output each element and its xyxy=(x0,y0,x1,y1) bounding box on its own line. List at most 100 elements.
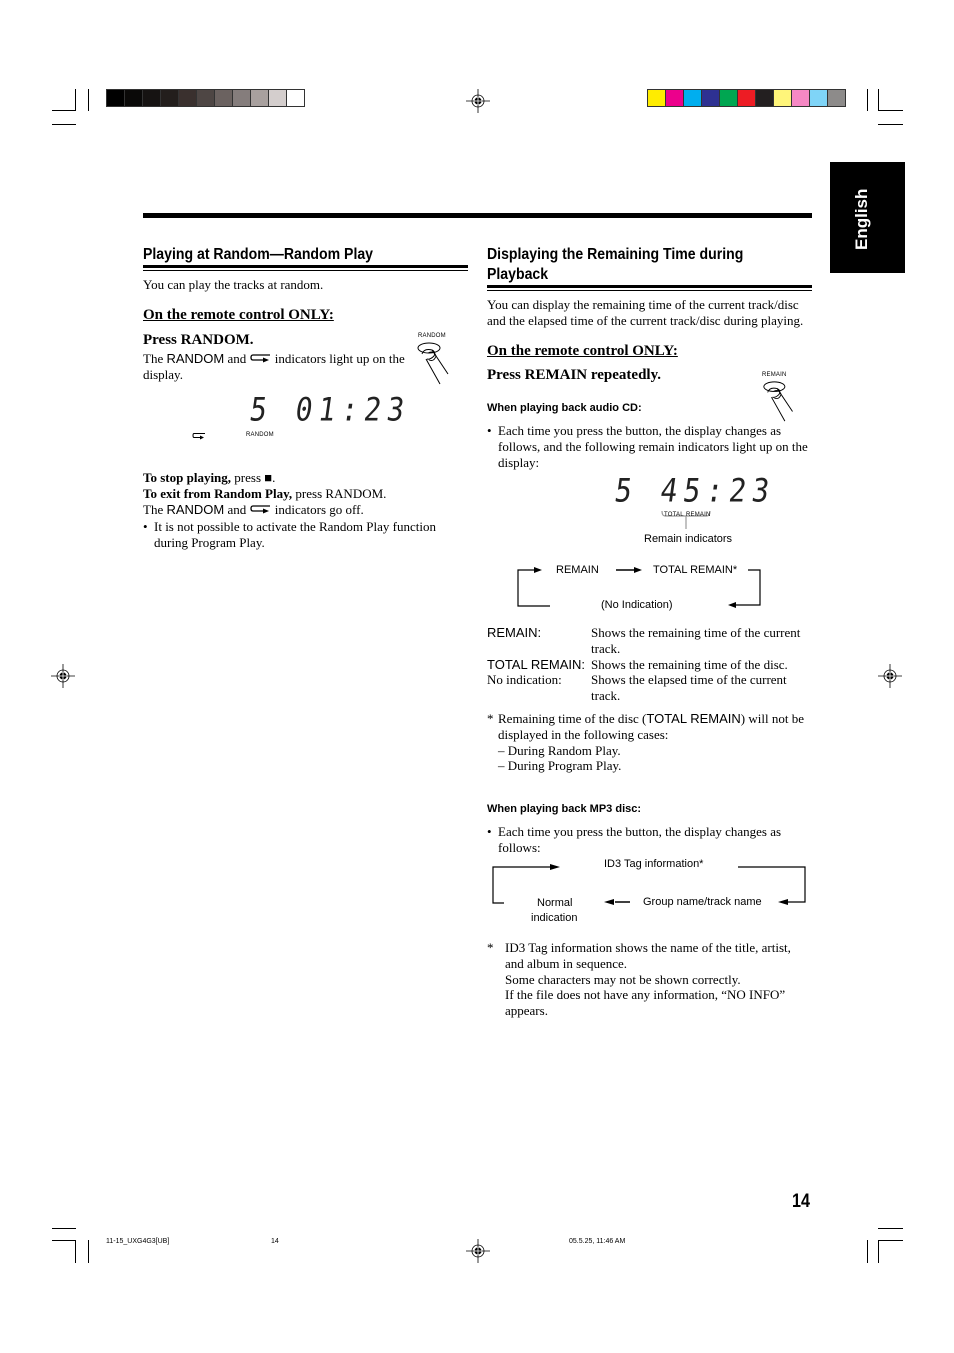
crop-mark xyxy=(867,1240,868,1263)
page-top-rule xyxy=(143,213,812,218)
mp3-heading: When playing back MP3 disc: xyxy=(487,803,642,815)
crop-mark xyxy=(52,1228,76,1229)
registration-mark-icon xyxy=(878,664,902,688)
lcd-display-remain: 5 45:23 xyxy=(612,471,778,510)
intro-text: You can play the tracks at random. xyxy=(143,277,324,292)
section-title-remaining-time: Displaying the Remaining Time during xyxy=(487,246,744,263)
repeat-arrow-icon xyxy=(249,354,270,363)
color-swatch xyxy=(738,90,756,106)
color-swatch xyxy=(774,90,792,106)
asterisk: * xyxy=(487,940,494,955)
color-swatch xyxy=(161,90,179,106)
random-button-label: RANDOM xyxy=(418,333,446,339)
cycle-no-indication: (No Indication) xyxy=(601,599,673,611)
color-swatch xyxy=(828,90,845,106)
crop-mark xyxy=(75,1240,76,1263)
remain-button-label: REMAIN xyxy=(762,372,787,378)
crop-mark xyxy=(867,89,868,111)
crop-mark xyxy=(878,89,879,111)
step-press-random: Press RANDOM. xyxy=(143,332,254,348)
section-rule xyxy=(487,290,812,291)
mp3-cycle-id3-tag: ID3 Tag information* xyxy=(604,858,704,870)
step-press-remain: Press REMAIN repeatedly. xyxy=(487,367,662,383)
grayscale-color-bar xyxy=(106,89,305,107)
registration-mark-icon xyxy=(466,89,490,113)
indicators-off-text: The RANDOM and indicators go off. xyxy=(143,502,364,517)
footer-page: 14 xyxy=(271,1238,279,1245)
program-play-note: • It is not possible to activate the Rand… xyxy=(143,519,436,550)
indicator-definitions: REMAIN: Shows the remaining time of the c… xyxy=(487,625,812,704)
registration-mark-icon xyxy=(51,664,75,688)
id3-footnote: * ID3 Tag information shows the name of … xyxy=(487,940,791,1019)
definition-remain: REMAIN: Shows the remaining time of the c… xyxy=(487,625,801,656)
color-swatch xyxy=(125,90,143,106)
footer-file-name: 11-15_UXG4G3[UB] xyxy=(106,1238,170,1245)
crop-mark xyxy=(88,1240,89,1263)
color-swatch xyxy=(810,90,828,106)
remote-only-heading: On the remote control ONLY: xyxy=(143,307,334,323)
section-title-random-play: Playing at Random—Random Play xyxy=(143,246,374,263)
asterisk: * xyxy=(487,711,494,726)
random-indicator: RANDOM xyxy=(246,432,274,438)
color-swatch xyxy=(756,90,774,106)
color-swatch xyxy=(251,90,269,106)
color-swatch xyxy=(269,90,287,106)
registration-mark-icon xyxy=(466,1239,490,1263)
audio-cd-heading: When playing back audio CD: xyxy=(487,402,642,414)
crop-mark xyxy=(75,89,76,111)
section-rule xyxy=(487,285,812,288)
total-indicator: TOTAL xyxy=(664,512,684,518)
random-indicator-label: RANDOM xyxy=(166,351,225,366)
color-swatch xyxy=(107,90,125,106)
crop-mark xyxy=(52,124,76,125)
remain-indicators-caption: Remain indicators xyxy=(644,533,733,545)
color-swatch xyxy=(143,90,161,106)
bullet: • xyxy=(487,824,492,839)
crop-mark xyxy=(878,1240,903,1241)
section-rule xyxy=(143,265,468,268)
bullet: • xyxy=(487,423,492,438)
mp3-cycle-normal: Normal xyxy=(537,897,573,909)
crop-mark xyxy=(878,1228,903,1229)
press-random-button-icon[interactable] xyxy=(414,340,460,386)
color-swatch xyxy=(720,90,738,106)
color-swatch xyxy=(197,90,215,106)
cd-bullet: • Each time you press the button, the dis… xyxy=(487,423,808,470)
mp3-bullet: • Each time you press the button, the dis… xyxy=(487,824,782,855)
repeat-indicator-icon xyxy=(192,433,205,440)
definition-total-remain: TOTAL REMAIN: Shows the remaining time of… xyxy=(487,656,788,672)
color-swatch xyxy=(792,90,810,106)
crop-mark xyxy=(88,89,89,111)
mp3-cycle-indication: indication xyxy=(531,912,578,924)
bullet: • xyxy=(143,519,148,534)
cycle-remain: REMAIN xyxy=(556,564,599,576)
color-swatch xyxy=(179,90,197,106)
color-swatch xyxy=(648,90,666,106)
press-remain-button-icon[interactable] xyxy=(760,379,804,423)
page-number: 14 xyxy=(792,1191,810,1212)
color-swatch xyxy=(233,90,251,106)
total-remain-footnote: * Remaining time of the disc (TOTAL REMA… xyxy=(487,711,804,774)
remote-only-heading: On the remote control ONLY: xyxy=(487,343,678,359)
color-swatch xyxy=(287,90,304,106)
intro-text: You can display the remaining time of th… xyxy=(487,297,804,328)
repeat-arrow-icon xyxy=(249,505,270,514)
crop-mark xyxy=(52,1240,76,1241)
section-rule xyxy=(143,270,468,271)
color-swatch xyxy=(684,90,702,106)
color-swatch xyxy=(215,90,233,106)
crop-mark xyxy=(52,110,76,111)
color-swatch xyxy=(702,90,720,106)
color-swatch xyxy=(666,90,684,106)
crop-mark xyxy=(878,124,903,125)
crop-mark xyxy=(878,110,903,111)
remain-indicator: REMAIN xyxy=(686,512,711,518)
footer-timestamp: 05.5.25, 11:46 AM xyxy=(569,1238,626,1245)
lcd-display-random: 5 01:23 xyxy=(247,390,413,429)
section-title-remaining-time-line2: Playback xyxy=(487,266,549,283)
stop-instruction: To stop playing, press ■. xyxy=(143,470,276,485)
step-description: The RANDOM and indicators light up on th… xyxy=(143,351,405,382)
crop-mark xyxy=(878,1240,879,1263)
color-calibration-bar xyxy=(647,89,846,107)
cycle-total-remain: TOTAL REMAIN* xyxy=(653,564,738,576)
